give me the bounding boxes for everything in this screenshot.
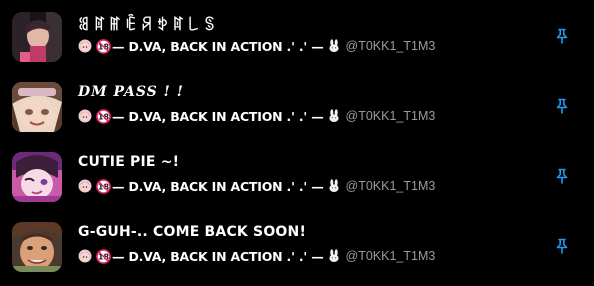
g-guh-avatar: [12, 222, 62, 272]
list-item[interactable]: G-GUH-.. COME BACK SOON! 18 — D.VA, BACK…: [0, 218, 594, 286]
handle-text: @T0KK1_T1M3: [345, 109, 436, 123]
eighteen-emoji-icon: 18: [96, 38, 111, 54]
status-text: — D.VA, BACK IN ACTION .' .' —: [112, 108, 324, 124]
eighteen-emoji-icon: 18: [96, 108, 111, 124]
avatar[interactable]: [12, 222, 62, 272]
bunny-emoji-icon: [328, 109, 339, 122]
bunny-emoji-icon: [328, 39, 339, 52]
pin-icon[interactable]: [554, 28, 570, 44]
avatar[interactable]: [12, 152, 62, 202]
item-title: CUTIE PIE ~!: [78, 154, 180, 170]
item-title: ꌃꍏꂵꍟꋪꉣꍏ꒒ꌗ: [78, 16, 220, 34]
bunny-emoji-icon: [328, 179, 339, 192]
pin-icon[interactable]: [554, 98, 570, 114]
list-item[interactable]: DM PASS ! ! 18 — D.VA, BACK IN ACTION .'…: [0, 78, 594, 146]
status-text: — D.VA, BACK IN ACTION .' .' —: [112, 178, 324, 194]
dva-emoji-icon: [78, 179, 92, 193]
handle-text: @T0KK1_T1M3: [345, 39, 436, 53]
bunny-emoji-icon: [328, 249, 339, 262]
dva-emoji-icon: [78, 109, 92, 123]
item-subtitle: 18 — D.VA, BACK IN ACTION .' .' — @T0KK1…: [78, 247, 435, 265]
gamerpals-avatar: [12, 12, 62, 62]
pin-icon[interactable]: [554, 238, 570, 254]
status-text: — D.VA, BACK IN ACTION .' .' —: [112, 248, 324, 264]
item-subtitle: 18 — D.VA, BACK IN ACTION .' .' — @T0KK1…: [78, 37, 435, 55]
item-title: G-GUH-.. COME BACK SOON!: [78, 224, 307, 240]
status-text: — D.VA, BACK IN ACTION .' .' —: [112, 38, 324, 54]
handle-text: @T0KK1_T1M3: [345, 179, 436, 193]
eighteen-emoji-icon: 18: [96, 248, 111, 264]
item-subtitle: 18 — D.VA, BACK IN ACTION .' .' — @T0KK1…: [78, 177, 435, 195]
pinned-list: ꌃꍏꂵꍟꋪꉣꍏ꒒ꌗ 18 — D.VA, BACK IN ACTION .' .…: [0, 0, 594, 283]
pin-icon[interactable]: [554, 168, 570, 184]
avatar[interactable]: [12, 82, 62, 132]
avatar[interactable]: [12, 12, 62, 62]
eighteen-emoji-icon: 18: [96, 178, 111, 194]
list-item[interactable]: CUTIE PIE ~! 18 — D.VA, BACK IN ACTION .…: [0, 148, 594, 216]
cutie-pie-avatar: [12, 152, 62, 202]
item-title: DM PASS ! !: [78, 84, 184, 100]
handle-text: @T0KK1_T1M3: [345, 249, 436, 263]
dva-emoji-icon: [78, 249, 92, 263]
dm-pass-avatar: [12, 82, 62, 132]
item-subtitle: 18 — D.VA, BACK IN ACTION .' .' — @T0KK1…: [78, 107, 435, 125]
list-item[interactable]: ꌃꍏꂵꍟꋪꉣꍏ꒒ꌗ 18 — D.VA, BACK IN ACTION .' .…: [0, 8, 594, 76]
dva-emoji-icon: [78, 39, 92, 53]
